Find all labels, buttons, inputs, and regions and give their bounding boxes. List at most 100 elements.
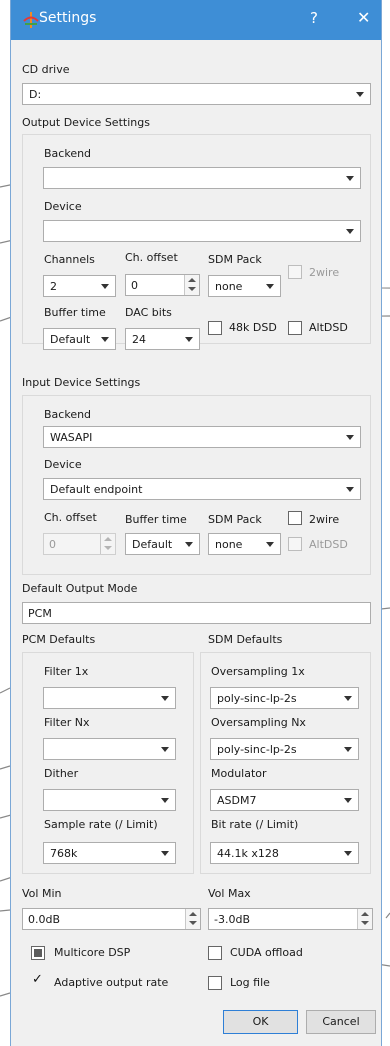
chevron-down-icon — [346, 229, 354, 234]
input-device-label: Device — [44, 458, 82, 471]
output-device-label: Device — [44, 200, 82, 213]
oversamplingnx-select[interactable]: poly-sinc-lp-2s — [210, 738, 359, 760]
adaptive-rate-checkbox[interactable]: ✓ — [31, 972, 45, 990]
chevron-down-icon — [346, 176, 354, 181]
dac-bits-value: 24 — [132, 333, 146, 346]
dsd48k-checkbox[interactable] — [208, 321, 222, 335]
close-icon[interactable]: ✕ — [357, 8, 370, 27]
oversampling1x-select[interactable]: poly-sinc-lp-2s — [210, 687, 359, 709]
ch-offset-label: Ch. offset — [125, 251, 178, 264]
pcm-defaults-title: PCM Defaults — [22, 633, 96, 646]
sample-rate-label: Sample rate (/ Limit) — [44, 818, 158, 831]
sdm-defaults-group — [200, 652, 371, 874]
chevron-down-icon — [346, 435, 354, 440]
output-group-title: Output Device Settings — [22, 116, 150, 129]
oversamplingnx-label: Oversampling Nx — [211, 716, 306, 729]
output-2wire-checkbox[interactable] — [288, 265, 302, 279]
input-sdm-pack-select[interactable]: none — [208, 533, 281, 555]
input-altdsd-label: AltDSD — [309, 538, 348, 551]
log-file-checkbox[interactable] — [208, 976, 222, 990]
input-backend-select[interactable]: WASAPI — [43, 426, 361, 448]
sdm-pack-select[interactable]: none — [208, 275, 281, 297]
input-buffer-time-value: Default — [132, 538, 173, 551]
output-device-select[interactable] — [43, 220, 361, 242]
dither-select[interactable] — [43, 789, 176, 811]
chevron-down-icon — [185, 542, 193, 547]
multicore-dsp-checkbox[interactable] — [31, 946, 45, 960]
multicore-dsp-label: Multicore DSP — [54, 946, 131, 959]
input-group-title: Input Device Settings — [22, 376, 141, 389]
bit-rate-select[interactable]: 44.1k x128 — [210, 842, 359, 864]
cuda-offload-checkbox[interactable] — [208, 946, 222, 960]
spin-arrows-icon[interactable] — [184, 275, 199, 295]
buffer-time-select[interactable]: Default — [43, 328, 116, 350]
checkmark-icon: ✓ — [32, 972, 43, 987]
channels-value: 2 — [50, 280, 57, 293]
chevron-down-icon — [101, 284, 109, 289]
chevron-down-icon — [101, 337, 109, 342]
cd-drive-select[interactable]: D: — [22, 83, 371, 105]
vol-min-value: 0.0dB — [28, 913, 61, 926]
chevron-down-icon — [266, 284, 274, 289]
modulator-select[interactable]: ASDM7 — [210, 789, 359, 811]
pcm-defaults-group — [22, 652, 194, 874]
output-backend-select[interactable] — [43, 167, 361, 189]
chevron-down-icon — [161, 696, 169, 701]
callout-line — [0, 765, 11, 770]
ok-button[interactable]: OK — [223, 1010, 298, 1034]
sample-rate-select[interactable]: 768k — [43, 842, 176, 864]
output-mode-field[interactable]: PCM — [22, 602, 371, 624]
input-device-select[interactable]: Default endpoint — [43, 478, 361, 500]
oversampling1x-value: poly-sinc-lp-2s — [217, 692, 297, 705]
oversampling1x-label: Oversampling 1x — [211, 665, 305, 678]
chevron-down-icon — [161, 851, 169, 856]
input-ch-offset-value: 0 — [49, 538, 56, 551]
help-icon[interactable]: ? — [306, 9, 322, 27]
vol-max-spinbox[interactable]: -3.0dB — [208, 908, 373, 930]
output-backend-label: Backend — [44, 147, 92, 160]
vol-max-value: -3.0dB — [214, 913, 250, 926]
cancel-button[interactable]: Cancel — [306, 1010, 376, 1034]
sdm-pack-value: none — [215, 280, 243, 293]
channels-select[interactable]: 2 — [43, 275, 116, 297]
output-mode-label: Default Output Mode — [22, 582, 138, 595]
spin-arrows-icon[interactable] — [100, 534, 115, 554]
output-altdsd-checkbox[interactable] — [288, 321, 302, 335]
chevron-down-icon — [344, 798, 352, 803]
input-backend-label: Backend — [44, 408, 92, 421]
input-backend-value: WASAPI — [50, 431, 93, 444]
vol-min-spinbox[interactable]: 0.0dB — [22, 908, 201, 930]
dither-label: Dither — [44, 767, 79, 780]
filter1x-select[interactable] — [43, 687, 176, 709]
input-altdsd-checkbox[interactable] — [288, 537, 302, 551]
filternx-select[interactable] — [43, 738, 176, 760]
output-2wire-label: 2wire — [309, 266, 340, 279]
ch-offset-spinbox[interactable]: 0 — [125, 274, 200, 296]
output-mode-value: PCM — [28, 607, 52, 620]
cd-drive-value: D: — [29, 88, 42, 101]
input-buffer-time-label: Buffer time — [125, 513, 187, 526]
input-buffer-time-select[interactable]: Default — [125, 533, 200, 555]
input-device-value: Default endpoint — [50, 483, 143, 496]
input-sdm-pack-label: SDM Pack — [208, 513, 262, 526]
title-bar[interactable]: Settings ? ✕ — [11, 0, 381, 40]
settings-dialog: Settings ? ✕ CD drive D: Output Device S… — [10, 0, 382, 1046]
bit-rate-value: 44.1k x128 — [217, 847, 279, 860]
input-sdm-pack-value: none — [215, 538, 243, 551]
dsd48k-label: 48k DSD — [229, 321, 277, 334]
sample-rate-value: 768k — [50, 847, 78, 860]
output-altdsd-label: AltDSD — [309, 321, 348, 334]
channels-label: Channels — [44, 253, 95, 266]
dac-bits-select[interactable]: 24 — [125, 328, 200, 350]
input-2wire-checkbox[interactable] — [288, 511, 302, 525]
app-icon — [23, 12, 39, 28]
chevron-down-icon — [161, 747, 169, 752]
chevron-down-icon — [346, 487, 354, 492]
chevron-down-icon — [266, 542, 274, 547]
spin-arrows-icon[interactable] — [357, 909, 372, 929]
buffer-time-value: Default — [50, 333, 91, 346]
input-ch-offset-spinbox[interactable]: 0 — [43, 533, 116, 555]
sdm-pack-label: SDM Pack — [208, 253, 262, 266]
buffer-time-label: Buffer time — [44, 306, 106, 319]
spin-arrows-icon[interactable] — [185, 909, 200, 929]
